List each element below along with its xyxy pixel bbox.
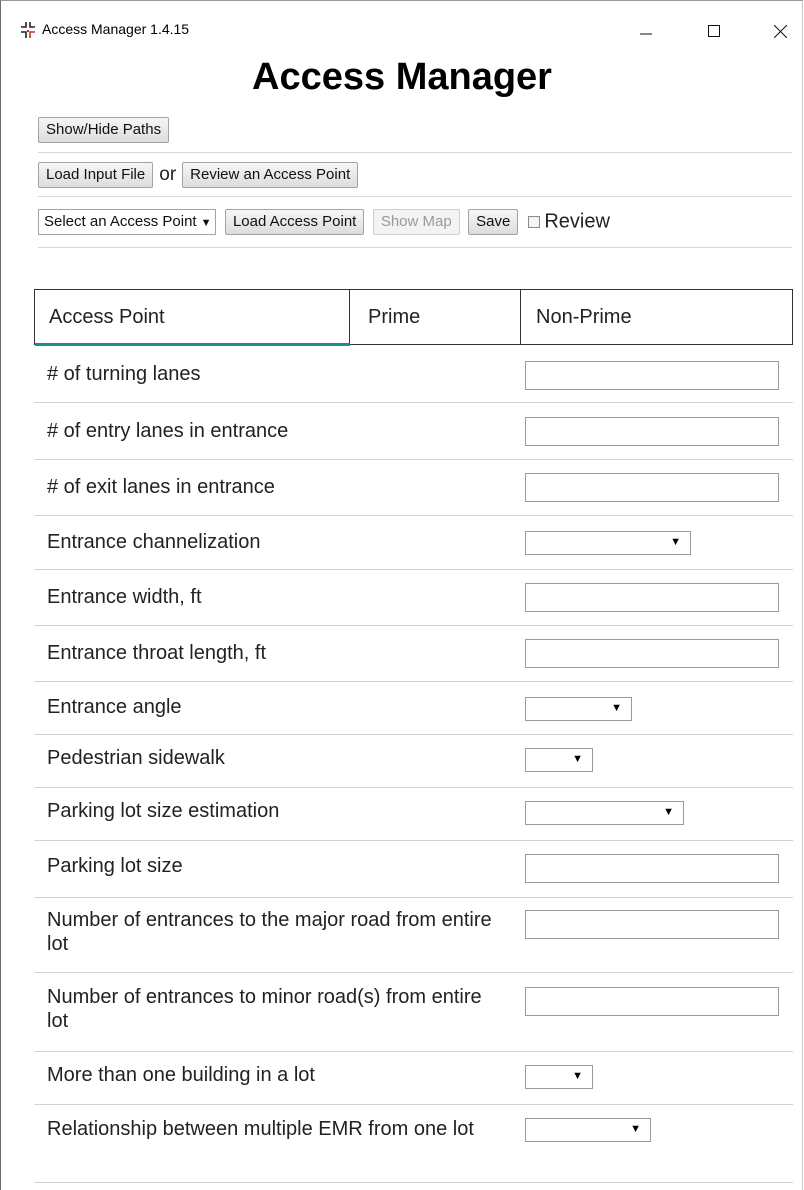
table-row: # of turning lanes xyxy=(34,346,793,403)
parking-lot-size-input[interactable] xyxy=(525,854,779,883)
minor-road-entrances-input[interactable] xyxy=(525,987,779,1016)
access-point-table: Access Point Prime Non-Prime # of turnin… xyxy=(34,289,793,1183)
turning-lanes-input[interactable] xyxy=(525,361,779,390)
table-row: More than one building in a lot ▼ xyxy=(34,1052,793,1105)
entrance-angle-select[interactable]: ▼ xyxy=(525,697,632,721)
entry-lanes-input[interactable] xyxy=(525,417,779,446)
close-icon xyxy=(773,24,787,38)
title-bar: Access Manager 1.4.15 xyxy=(1,1,803,57)
close-button[interactable] xyxy=(757,11,803,51)
app-heading: Access Manager xyxy=(252,56,552,98)
column-divider xyxy=(520,290,521,344)
table-row: # of exit lanes in entrance xyxy=(34,460,793,516)
row-label: # of turning lanes xyxy=(47,363,201,385)
table-row: Entrance width, ft xyxy=(34,570,793,626)
multiple-emr-relationship-select[interactable]: ▼ xyxy=(525,1118,651,1142)
entrance-channelization-select[interactable]: ▼ xyxy=(525,531,691,555)
review-label: Review xyxy=(544,210,610,233)
table-row: Entrance throat length, ft xyxy=(34,626,793,682)
row-label: Entrance channelization xyxy=(47,531,261,553)
review-checkbox[interactable] xyxy=(528,216,541,228)
row-label: Relationship between multiple EMR from o… xyxy=(47,1118,474,1140)
table-row: Number of entrances to minor road(s) fro… xyxy=(34,973,793,1052)
review-access-point-button[interactable]: Review an Access Point xyxy=(182,162,359,188)
minimize-button[interactable] xyxy=(623,11,669,51)
entrance-throat-length-input[interactable] xyxy=(525,639,779,668)
exit-lanes-input[interactable] xyxy=(525,473,779,502)
row-label: Parking lot size estimation xyxy=(47,800,280,822)
load-input-file-button[interactable]: Load Input File xyxy=(38,162,154,188)
table-row: Parking lot size estimation ▼ xyxy=(34,788,793,841)
maximize-icon xyxy=(708,25,720,37)
table-header: Access Point Prime Non-Prime xyxy=(34,289,793,346)
divider xyxy=(38,196,792,197)
table-row: Parking lot size xyxy=(34,841,793,898)
row-label: Entrance throat length, ft xyxy=(47,642,267,664)
caret-down-icon: ▼ xyxy=(572,753,583,765)
divider xyxy=(38,152,792,153)
access-point-select[interactable]: Select an Access Point ▼ xyxy=(38,209,217,235)
row-label: More than one building in a lot xyxy=(47,1064,315,1086)
table-row: Number of entrances to the major road fr… xyxy=(34,898,793,973)
show-map-button[interactable]: Show Map xyxy=(372,209,460,235)
caret-down-icon: ▼ xyxy=(611,702,622,714)
row-label: Number of entrances to the major road fr… xyxy=(47,909,492,955)
pedestrian-sidewalk-select[interactable]: ▼ xyxy=(525,748,593,772)
parking-lot-size-estimation-select[interactable]: ▼ xyxy=(525,801,684,825)
tab-prime[interactable]: Prime xyxy=(368,290,420,344)
access-point-select-value: Select an Access Point xyxy=(44,213,197,230)
table-row: # of entry lanes in entrance xyxy=(34,403,793,460)
row-label: Parking lot size xyxy=(47,855,183,877)
divider xyxy=(38,247,792,248)
row-label: Entrance angle xyxy=(47,696,182,718)
load-access-point-button[interactable]: Load Access Point xyxy=(224,209,365,235)
row-label: Number of entrances to minor road(s) fro… xyxy=(47,986,482,1032)
save-button[interactable]: Save xyxy=(468,209,519,235)
row-label: # of entry lanes in entrance xyxy=(47,420,289,442)
table-row: Relationship between multiple EMR from o… xyxy=(34,1105,793,1183)
or-text: or xyxy=(159,164,177,185)
tab-access-point[interactable]: Access Point xyxy=(49,290,165,344)
caret-down-icon: ▼ xyxy=(630,1123,641,1135)
major-road-entrances-input[interactable] xyxy=(525,910,779,939)
column-divider xyxy=(349,290,350,344)
caret-down-icon: ▼ xyxy=(200,217,212,229)
caret-down-icon: ▼ xyxy=(670,536,681,548)
row-label: # of exit lanes in entrance xyxy=(47,476,275,498)
window-title: Access Manager 1.4.15 xyxy=(42,21,190,37)
toolbar-row-access-point: Select an Access Point ▼ Load Access Poin… xyxy=(38,209,792,235)
table-row: Pedestrian sidewalk ▼ xyxy=(34,735,793,788)
entrance-width-input[interactable] xyxy=(525,583,779,612)
caret-down-icon: ▼ xyxy=(663,806,674,818)
table-row: Entrance channelization ▼ xyxy=(34,516,793,570)
row-label: Entrance width, ft xyxy=(47,586,202,608)
row-label: Pedestrian sidewalk xyxy=(47,747,225,769)
table-row: Entrance angle ▼ xyxy=(34,682,793,735)
caret-down-icon: ▼ xyxy=(572,1070,583,1082)
minimize-icon xyxy=(640,33,652,35)
maximize-button[interactable] xyxy=(691,11,737,51)
access-manager-logo-icon xyxy=(21,22,35,38)
tab-non-prime[interactable]: Non-Prime xyxy=(536,290,632,344)
multiple-buildings-select[interactable]: ▼ xyxy=(525,1065,593,1089)
show-hide-paths-button[interactable]: Show/Hide Paths xyxy=(38,117,170,143)
toolbar-row-paths: Show/Hide Paths xyxy=(38,117,792,143)
toolbar-row-load: Load Input File or Review an Access Point xyxy=(38,162,792,188)
